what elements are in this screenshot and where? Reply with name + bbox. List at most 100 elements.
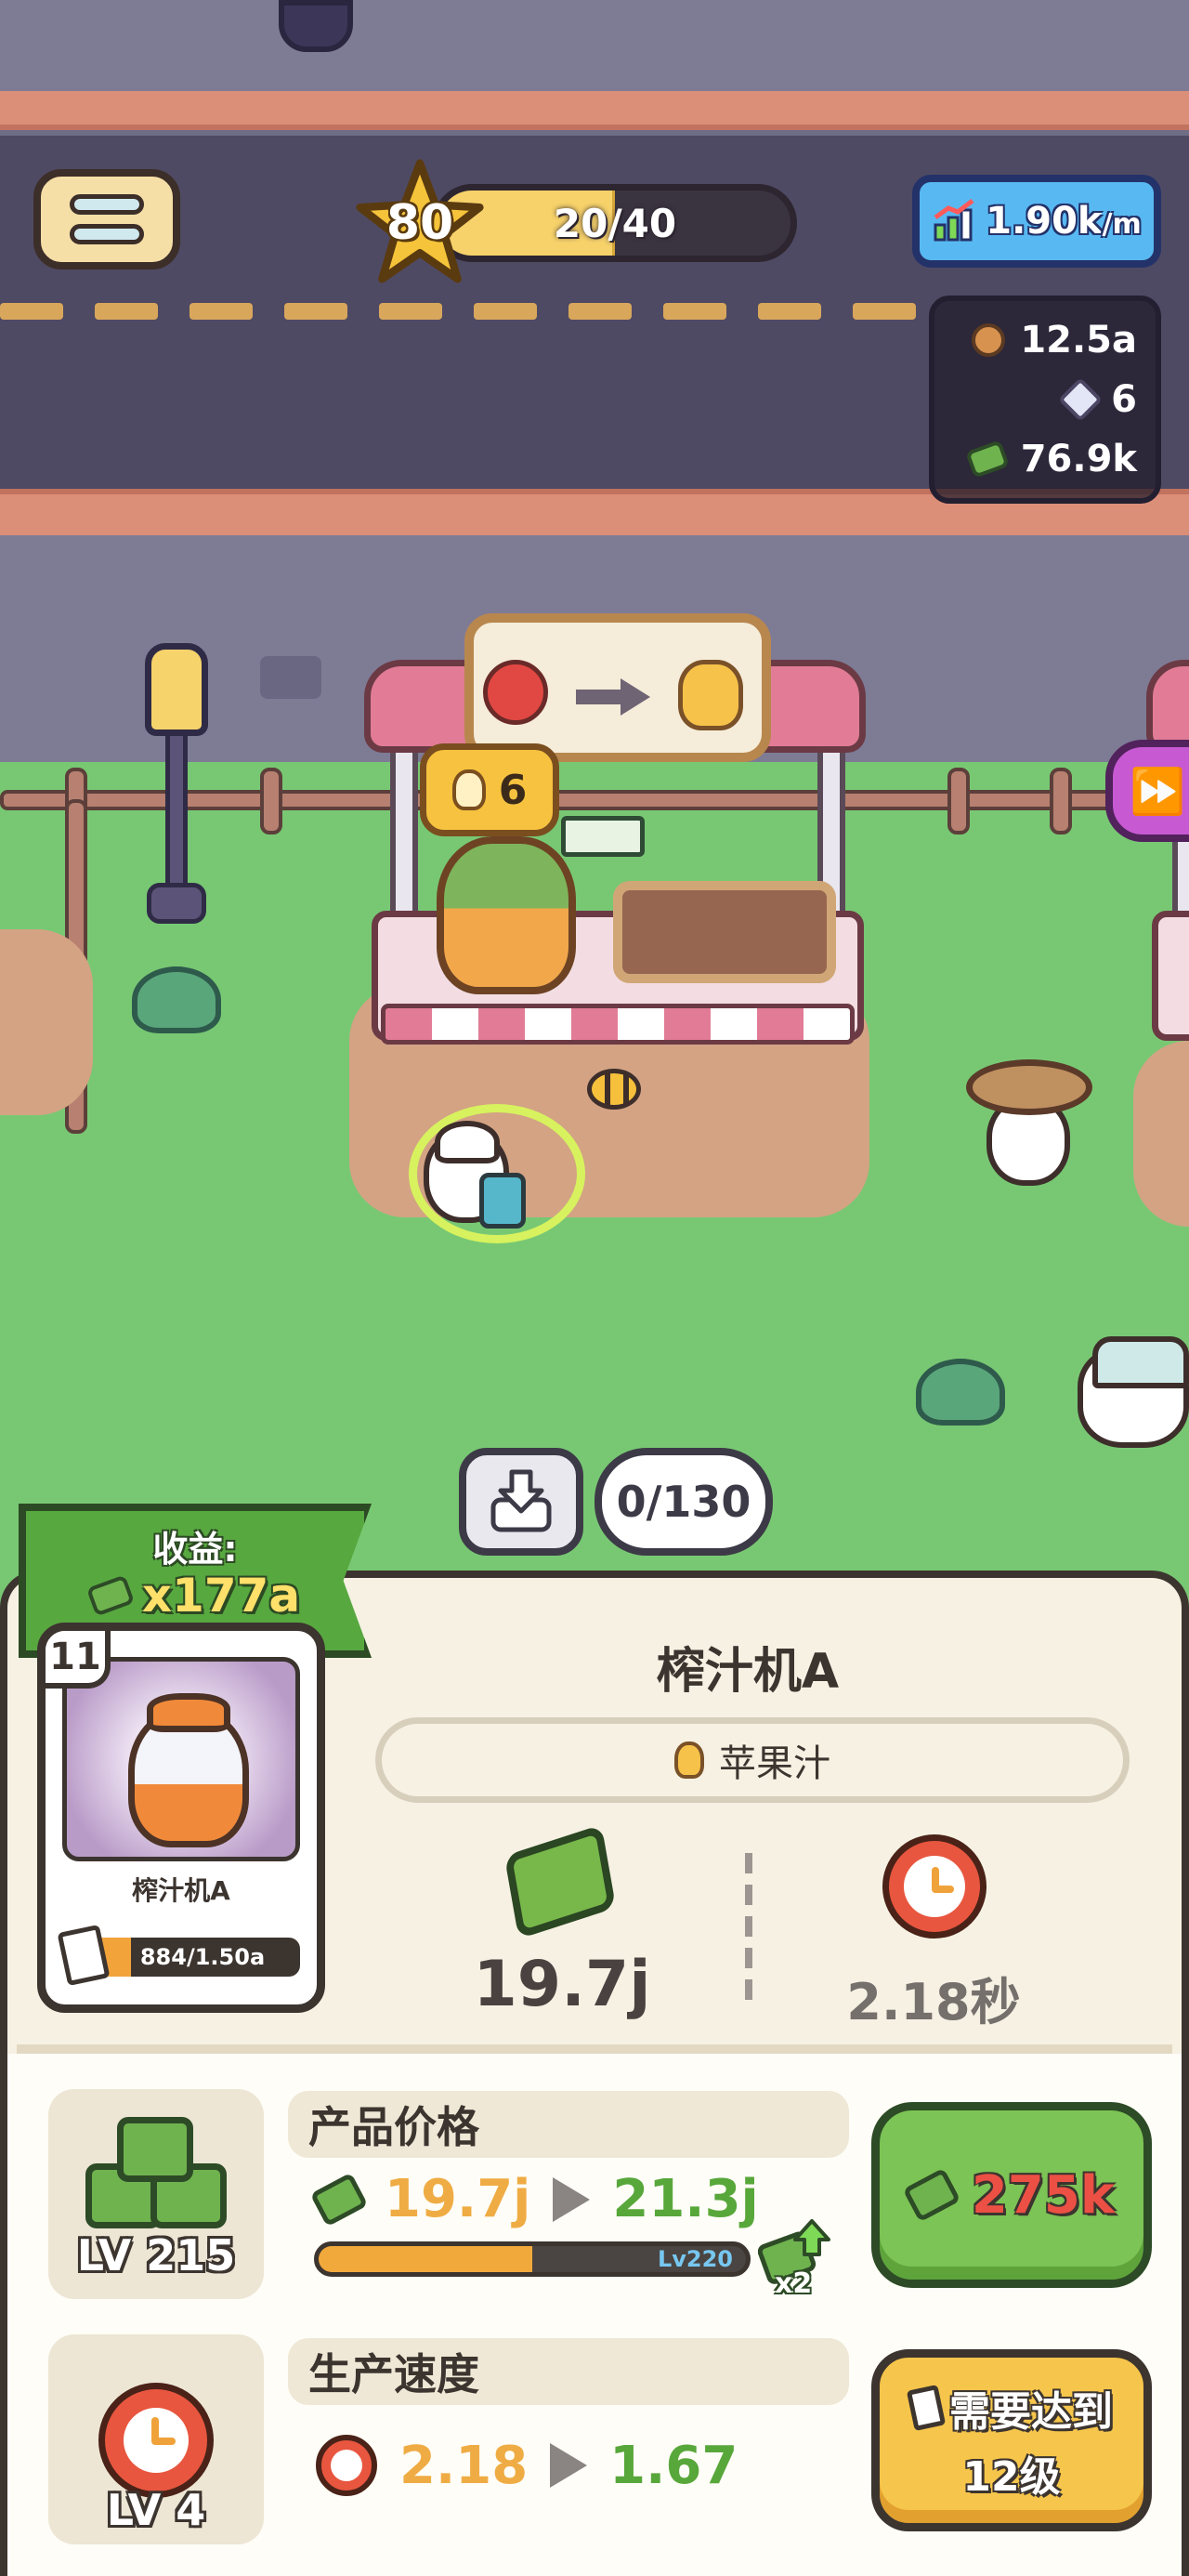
- product-name: 苹果汁: [719, 1742, 830, 1785]
- cash-stack-icon: [117, 2117, 193, 2182]
- fast-forward-button[interactable]: ⏩: [1105, 740, 1189, 842]
- menu-bar: [70, 224, 144, 244]
- next-stall-counter: [1152, 911, 1189, 1041]
- price-milestone-bar: Lv220: [314, 2241, 751, 2277]
- arrow-right-icon: [576, 678, 650, 716]
- curb-top: [0, 91, 1189, 130]
- juicer-lid: [147, 1693, 230, 1732]
- fast-forward-icon: ⏩: [1130, 765, 1185, 818]
- resource-gem: 6: [944, 376, 1137, 423]
- collect-button[interactable]: [459, 1448, 583, 1556]
- bee-character: [587, 1069, 641, 1110]
- speed-requirement-button[interactable]: 需要达到 12级: [871, 2349, 1152, 2531]
- price-current: 19.7j: [385, 2169, 531, 2229]
- gem-amount: 6: [1111, 378, 1137, 421]
- price-milestone-fill: [319, 2246, 532, 2272]
- clock-icon: [882, 1834, 986, 1939]
- road-dash: [474, 303, 537, 320]
- stock-count: 6: [498, 766, 528, 814]
- dirt-patch: [0, 929, 93, 1115]
- stat-divider: [745, 1853, 752, 2007]
- customer-hat: [966, 1059, 1092, 1115]
- clock-face: [331, 2450, 362, 2481]
- juice-jar-icon: [674, 1741, 704, 1779]
- arrow-right-icon: [553, 2176, 591, 2222]
- requirement-line: 需要达到: [906, 2378, 1113, 2438]
- requirement-text: 需要达到: [949, 2388, 1113, 2436]
- price-upgrade-level: LV 215: [76, 2230, 236, 2280]
- player-level: 80: [385, 195, 454, 251]
- lamp-base-top: [279, 0, 353, 52]
- juice-jar-icon: [678, 660, 743, 730]
- price-milestone-label: Lv220: [657, 2246, 733, 2272]
- card-document-icon: [906, 2384, 947, 2432]
- cash-register: [561, 816, 645, 857]
- resource-cookie: 12.5a: [944, 319, 1137, 361]
- apple-icon: [483, 660, 548, 725]
- manhole: [260, 656, 321, 699]
- bush: [916, 1359, 1005, 1426]
- download-icon: [490, 1469, 552, 1532]
- arrow-right-icon: [550, 2443, 588, 2488]
- upgrade-price-button[interactable]: 275k: [871, 2102, 1152, 2288]
- bush: [132, 966, 221, 1033]
- clock-icon: [98, 2383, 214, 2498]
- cash-amount: 76.9k: [1020, 438, 1137, 480]
- road-dash: [568, 303, 632, 320]
- resource-panel: 12.5a 6 76.9k: [929, 296, 1161, 504]
- cash-icon: [85, 1574, 135, 1617]
- road-dash: [758, 303, 821, 320]
- speed-upgrade-values: 2.18 1.67: [316, 2435, 738, 2496]
- machine-card-art: [62, 1657, 300, 1861]
- menu-button[interactable]: [33, 169, 180, 269]
- price-upgrade-values: 19.7j 21.3j: [309, 2169, 759, 2229]
- customer-cap: [1092, 1336, 1189, 1388]
- income-rate-button[interactable]: 1.90k/m: [912, 175, 1161, 268]
- price-next: 21.3j: [612, 2169, 759, 2229]
- road-dash: [663, 303, 726, 320]
- juice-jar-icon: [451, 769, 486, 810]
- product-pill: 苹果汁: [375, 1717, 1130, 1803]
- product-tray[interactable]: [613, 881, 836, 983]
- road-dash: [853, 303, 916, 320]
- cookie-icon: [972, 323, 1006, 357]
- upgrade-cost: 275k: [971, 2164, 1116, 2226]
- cash-icon: [964, 440, 1010, 479]
- earnings-multiplier: x177a: [141, 1569, 301, 1623]
- boost-multiplier: x2: [775, 2267, 813, 2300]
- juicer-machine[interactable]: [437, 836, 576, 994]
- speed-current: 2.18: [399, 2435, 529, 2496]
- road-dash: [95, 303, 158, 320]
- cash-icon: [309, 2172, 369, 2227]
- dirt-patch: [1133, 1041, 1189, 1227]
- price-upgrade-icon-box: LV 215: [48, 2089, 264, 2299]
- gem-icon: [1058, 376, 1104, 423]
- card-document-icon: [57, 1924, 111, 1987]
- basket: [479, 1173, 526, 1229]
- lamp-base: [147, 883, 206, 924]
- storage-capacity: 0/130: [594, 1448, 773, 1556]
- xp-text: 20/40: [553, 200, 677, 246]
- fence-post: [260, 768, 282, 835]
- clock-icon: [316, 2435, 377, 2496]
- speed-upgrade-label-pill: 生产速度: [288, 2338, 849, 2405]
- speed-upgrade-label: 生产速度: [308, 2349, 479, 2399]
- clock-hand: [151, 2438, 176, 2445]
- machine-card-level: 11: [46, 1631, 111, 1689]
- fence-post: [947, 768, 970, 835]
- road-dash: [189, 303, 253, 320]
- road-dash: [0, 303, 63, 320]
- speed-upgrade-level: LV 4: [106, 2485, 206, 2535]
- lamp-light: [145, 643, 208, 736]
- speed-upgrade-icon-box: LV 4: [48, 2334, 264, 2544]
- stock-badge[interactable]: 6: [420, 743, 559, 836]
- machine-card[interactable]: 11 榨汁机A 884/1.50a: [37, 1623, 325, 2013]
- income-rate-unit: /m: [1102, 208, 1142, 241]
- income-rate-value: 1.90k: [986, 200, 1103, 243]
- earnings-banner-value-row: x177a: [19, 1569, 372, 1623]
- earnings-value: 19.7j: [473, 1948, 651, 2021]
- cookie-amount: 12.5a: [1020, 319, 1137, 361]
- road-dash: [379, 303, 442, 320]
- xp-progress-bar: 20/40: [433, 184, 797, 262]
- requirement-level: 12级: [962, 2453, 1061, 2501]
